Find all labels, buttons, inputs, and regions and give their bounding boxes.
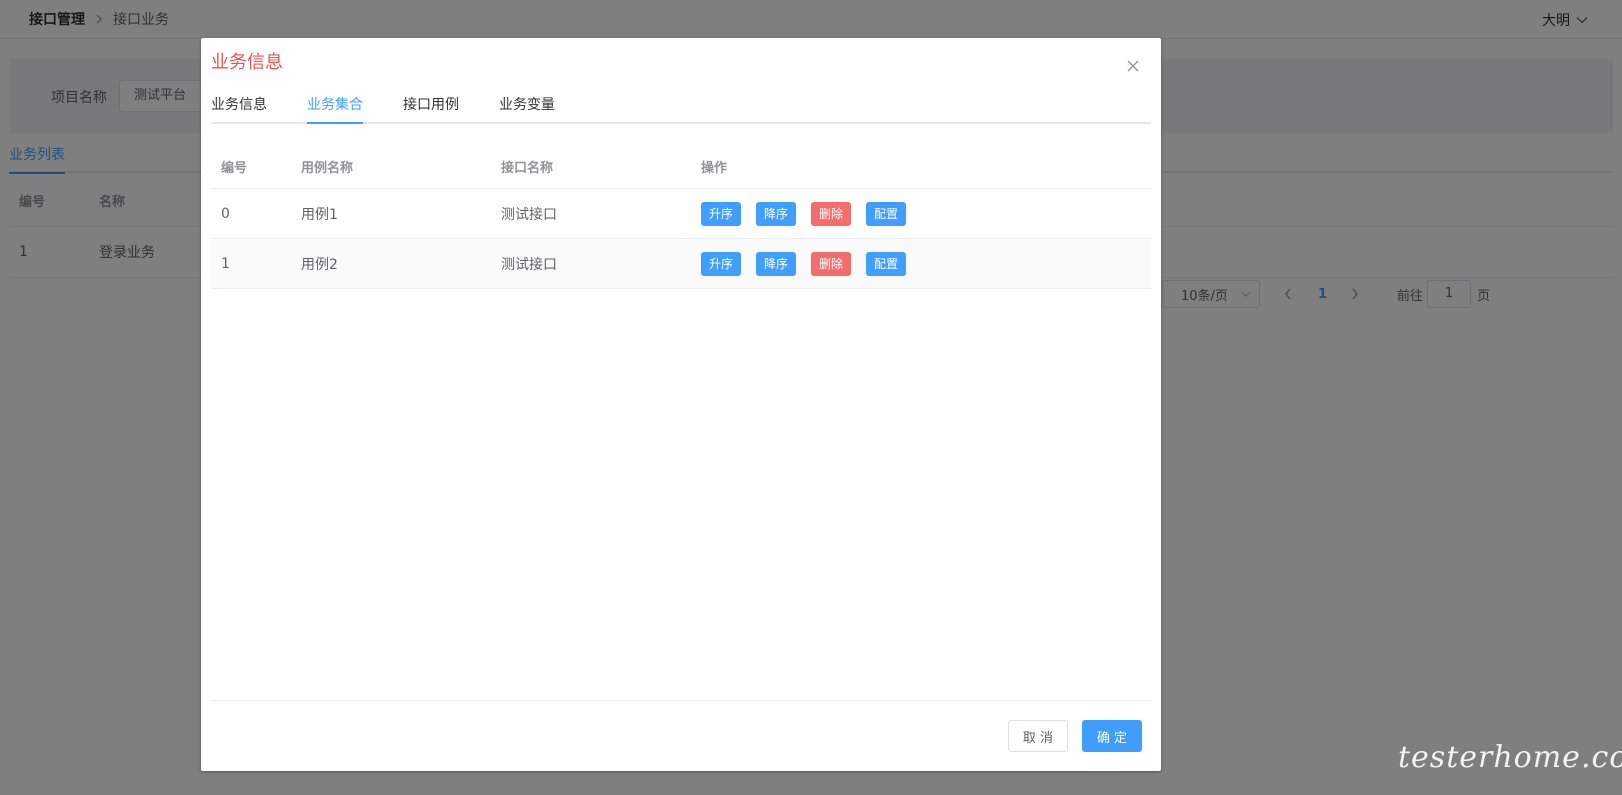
- row-id: 0: [221, 205, 230, 222]
- column-header-actions: 操作: [701, 161, 728, 176]
- confirm-button[interactable]: 确 定: [1082, 720, 1142, 752]
- move-down-button[interactable]: 降序: [756, 201, 797, 226]
- move-up-button[interactable]: 升序: [701, 201, 742, 226]
- tab-business-info[interactable]: 业务信息: [211, 94, 267, 124]
- row-actions: 升序 降序 删除 配置: [701, 239, 921, 288]
- watermark: testerhome.com: [1398, 740, 1622, 775]
- row-id: 1: [221, 255, 230, 272]
- dialog-tabs: 业务信息 业务集合 接口用例 业务变量: [211, 90, 1151, 124]
- row-case-name: 用例2: [301, 256, 338, 273]
- table-row: 0 用例1 测试接口 升序 降序 删除 配置: [211, 189, 1151, 239]
- case-table-header: 编号 用例名称 接口名称 操作: [211, 145, 1151, 189]
- dialog-footer-divider: [211, 700, 1151, 701]
- delete-button[interactable]: 删除: [811, 251, 852, 276]
- column-header-api-name: 接口名称: [501, 161, 554, 176]
- delete-button[interactable]: 删除: [811, 201, 852, 226]
- column-header-case-name: 用例名称: [301, 161, 354, 176]
- move-up-button[interactable]: 升序: [701, 251, 742, 276]
- row-api-name: 测试接口: [501, 256, 557, 273]
- dialog-title: 业务信息: [211, 52, 283, 73]
- row-case-name: 用例1: [301, 206, 338, 223]
- move-down-button[interactable]: 降序: [756, 251, 797, 276]
- config-button[interactable]: 配置: [866, 251, 907, 276]
- tab-business-variables[interactable]: 业务变量: [499, 94, 555, 124]
- row-api-name: 测试接口: [501, 206, 557, 223]
- table-row: 1 用例2 测试接口 升序 降序 删除 配置: [211, 239, 1151, 289]
- close-icon[interactable]: [1125, 58, 1141, 74]
- business-info-dialog: 业务信息 业务信息 业务集合 接口用例 业务变量 编号 用例名称 接口名称 操作…: [201, 38, 1161, 771]
- case-table: 编号 用例名称 接口名称 操作 0 用例1 测试接口 升序 降序 删除 配置 1…: [211, 145, 1151, 289]
- cancel-button[interactable]: 取 消: [1008, 720, 1068, 752]
- tab-api-cases[interactable]: 接口用例: [403, 94, 459, 124]
- config-button[interactable]: 配置: [866, 201, 907, 226]
- column-header-id: 编号: [221, 161, 248, 176]
- row-actions: 升序 降序 删除 配置: [701, 189, 921, 238]
- tab-business-collection[interactable]: 业务集合: [307, 94, 363, 124]
